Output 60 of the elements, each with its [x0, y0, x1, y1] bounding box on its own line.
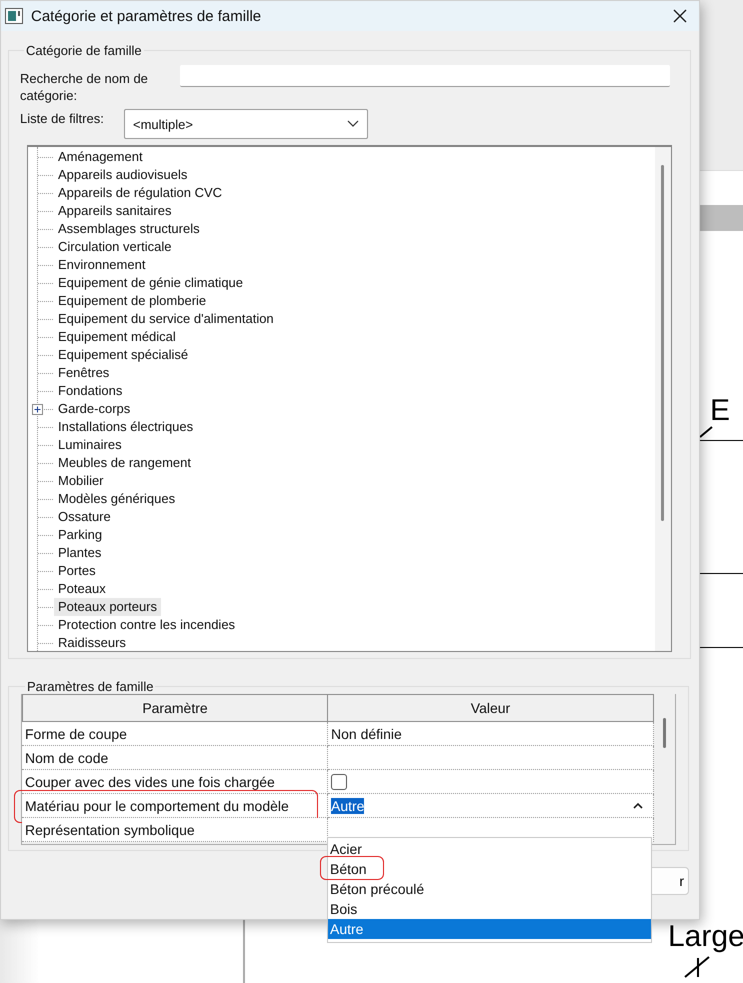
tree-item[interactable]: Appareils audiovisuels [54, 166, 192, 184]
header-bar [700, 205, 743, 231]
table-cell: Matériau pour le comportement du modèle [22, 794, 328, 818]
tree-item[interactable]: Installations électriques [54, 418, 198, 436]
tick-mark-icon [684, 956, 710, 978]
tree-item[interactable]: Poteaux [54, 580, 110, 598]
group-title: Catégorie de famille [25, 43, 143, 58]
tree-item[interactable]: Fenêtres [54, 364, 114, 382]
tree-item[interactable]: Modèles génériques [54, 490, 180, 508]
tree-item[interactable]: Aménagement [54, 148, 147, 166]
tree-item[interactable]: Protection contre les incendies [54, 616, 240, 634]
group-title: Paramètres de famille [26, 679, 154, 694]
chevron-up-icon [633, 802, 643, 809]
window-title: Catégorie et paramètres de famille [31, 8, 262, 24]
chevron-down-icon [347, 120, 359, 128]
filter-dropdown[interactable]: <multiple> [124, 109, 368, 139]
tree-item[interactable]: Fondations [54, 382, 126, 400]
table-cell: Forme de coupe [22, 722, 328, 746]
tree-item[interactable]: Plantes [54, 544, 106, 562]
tree-item[interactable]: Equipement spécialisé [54, 346, 192, 364]
dropdown-option[interactable]: Autre [328, 919, 651, 939]
filter-label: Liste de filtres: [20, 110, 105, 126]
tree-item[interactable]: Raidisseurs [54, 634, 130, 651]
dropdown-option[interactable]: Bois [328, 899, 651, 919]
tree-item[interactable]: Environnement [54, 256, 150, 274]
tree-item[interactable]: Circulation verticale [54, 238, 176, 256]
tree-item[interactable]: Luminaires [54, 436, 126, 454]
table-cell: Nom de code [22, 746, 328, 770]
column-header[interactable]: Valeur [328, 694, 654, 722]
search-field[interactable] [180, 65, 670, 87]
dropdown-option[interactable]: Acier [328, 839, 651, 859]
table-cell: Non définie [328, 722, 654, 746]
tree-item[interactable]: Portes [54, 562, 100, 580]
tree-item[interactable]: Equipement du service d'alimentation [54, 310, 278, 328]
column-header[interactable]: Paramètre [22, 694, 328, 722]
scrollbar-thumb[interactable] [663, 718, 666, 748]
tree-item[interactable]: Meubles de rangement [54, 454, 195, 472]
tick-mark-icon [699, 426, 713, 438]
search-label: Recherche de nom de catégorie: [20, 70, 149, 104]
tree-item[interactable]: Equipement de plomberie [54, 292, 210, 310]
tree-item[interactable]: Ossature [54, 508, 115, 526]
scrollbar-thumb[interactable] [661, 165, 664, 521]
tree-item[interactable]: Assemblages structurels [54, 220, 204, 238]
tree-item[interactable]: Parking [54, 526, 106, 544]
drawing-label: E [710, 396, 730, 426]
table-cell: Représentation symbolique [22, 818, 328, 842]
tree-item[interactable]: Appareils sanitaires [54, 202, 176, 220]
drawing-label: Large [668, 922, 743, 952]
table-cell: Couper avec des vides une fois chargée [22, 770, 328, 794]
tree-item[interactable]: Poteaux porteurs [54, 598, 162, 616]
expand-icon[interactable] [32, 404, 43, 415]
tree-item[interactable]: Appareils de régulation CVC [54, 184, 226, 202]
tree-item[interactable]: Mobilier [54, 472, 108, 490]
value-dropdown[interactable]: Autre [328, 794, 654, 818]
tree-item[interactable]: Equipement médical [54, 328, 180, 346]
tree-item[interactable]: Garde-corps [54, 400, 134, 418]
close-icon[interactable] [673, 9, 687, 23]
window-icon [5, 8, 23, 24]
checkbox[interactable] [331, 774, 347, 790]
tree-item[interactable]: Equipement de génie climatique [54, 274, 248, 292]
